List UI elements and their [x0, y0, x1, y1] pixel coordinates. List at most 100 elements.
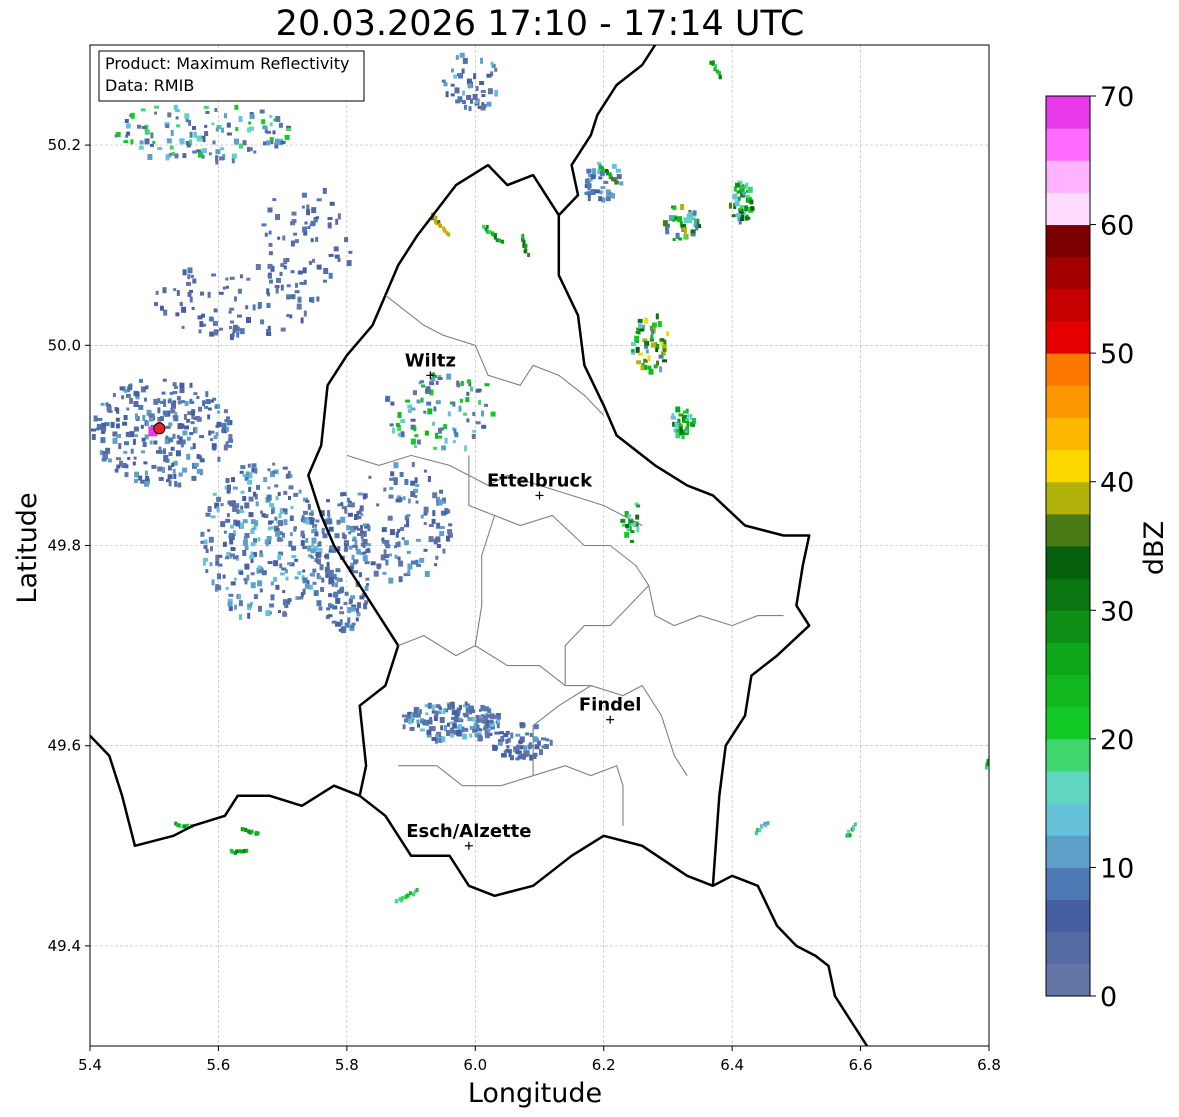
echo-pixel	[177, 482, 182, 488]
echo-pixel	[541, 737, 546, 741]
echo-pixel	[388, 553, 392, 557]
echo-pixel	[322, 187, 327, 194]
y-tick-label: 49.8	[48, 537, 81, 555]
echo-pixel	[305, 538, 309, 543]
echo-pixel	[490, 231, 494, 236]
echo-pixel	[400, 419, 406, 424]
echo-pixel	[255, 501, 259, 507]
echo-pixel	[481, 410, 484, 417]
echo-pixel	[853, 822, 857, 827]
echo-pixel	[278, 520, 283, 527]
echo-pixel	[432, 510, 436, 517]
echo-pixel	[184, 400, 189, 406]
echo-pixel	[253, 150, 257, 154]
echo-pixel	[237, 314, 242, 318]
echo-pixel	[218, 563, 223, 567]
echo-pixel	[350, 595, 356, 600]
echo-pixel	[182, 467, 188, 473]
echo-pixel	[266, 536, 272, 541]
echo-pixel	[207, 414, 211, 420]
echo-pixel	[353, 559, 357, 565]
echo-pixel	[229, 326, 232, 330]
echo-pixel	[124, 441, 129, 446]
echo-pixel	[201, 148, 207, 154]
echo-pixel	[758, 828, 762, 833]
echo-pixel	[326, 607, 331, 611]
echo-pixel	[416, 399, 421, 404]
echo-pixel	[472, 93, 478, 100]
echo-pixel	[434, 710, 439, 717]
echo-pixel	[470, 386, 473, 392]
echo-pixel	[326, 561, 330, 567]
echo-pixel	[410, 418, 416, 422]
echo-pixel	[340, 492, 344, 497]
echo-pixel	[278, 513, 282, 519]
colorbar-segment	[1046, 385, 1090, 418]
echo-pixel	[420, 514, 424, 519]
echo-pixel	[458, 405, 462, 412]
echo-pixel	[133, 456, 137, 460]
echo-pixel	[358, 572, 362, 578]
echo-pixel	[675, 406, 681, 413]
echo-pixel	[423, 469, 427, 473]
echo-pixel	[215, 127, 219, 132]
echo-pixel	[280, 263, 285, 268]
echo-pixel	[395, 423, 400, 427]
echo-pixel	[101, 426, 107, 432]
echo-pixel	[264, 232, 268, 237]
echo-pixel	[501, 753, 505, 758]
echo-pixel	[225, 586, 229, 590]
echo-pixel	[162, 410, 166, 416]
echo-pixel	[252, 304, 256, 311]
echo-pixel	[448, 523, 453, 527]
echo-pixel	[155, 450, 160, 454]
echo-pixel	[236, 331, 240, 338]
echo-pixel	[414, 445, 417, 449]
echo-pixel	[142, 442, 147, 447]
echo-pixel	[176, 440, 182, 445]
echo-pixel	[439, 717, 445, 723]
echo-pixel	[278, 610, 281, 613]
echo-pixel	[191, 306, 195, 310]
echo-pixel	[393, 462, 399, 469]
echo-pixel	[221, 429, 225, 433]
echo-pixel	[284, 134, 290, 140]
echo-pixel	[328, 526, 334, 532]
echo-pixel	[454, 432, 459, 438]
echo-pixel	[167, 112, 172, 118]
echo-pixel	[328, 272, 333, 279]
echo-pixel	[247, 479, 253, 485]
colorbar-segment	[1046, 96, 1090, 129]
echo-pixel	[177, 423, 183, 430]
echo-pixel	[191, 475, 197, 481]
echo-pixel	[179, 387, 185, 394]
echo-pixel	[689, 414, 693, 420]
echo-pixel	[316, 216, 320, 220]
echo-pixel	[159, 305, 164, 311]
echo-pixel	[139, 378, 143, 383]
echo-pixel	[480, 57, 483, 64]
echo-pixel	[441, 736, 446, 743]
echo-pixel	[382, 571, 387, 575]
echo-pixel	[745, 195, 750, 198]
echo-pixel	[189, 400, 195, 404]
echo-pixel	[489, 720, 494, 724]
echo-pixel	[416, 719, 420, 724]
echo-pixel	[215, 158, 219, 165]
echo-pixel	[421, 384, 426, 388]
echo-pixel	[108, 404, 111, 407]
echo-pixel	[323, 279, 327, 283]
echo-pixel	[141, 437, 146, 442]
echo-pixel	[326, 499, 330, 503]
colorbar-segment	[1046, 160, 1090, 193]
echo-pixel	[693, 219, 697, 225]
echo-pixel	[272, 198, 277, 202]
echo-pixel	[227, 601, 233, 607]
echo-pixel	[524, 244, 528, 249]
echo-pixel	[173, 288, 177, 292]
echo-pixel	[175, 116, 179, 120]
echo-pixel	[196, 149, 202, 153]
echo-pixel	[426, 729, 432, 735]
echo-pixel	[123, 450, 128, 454]
echo-pixel	[363, 603, 368, 610]
